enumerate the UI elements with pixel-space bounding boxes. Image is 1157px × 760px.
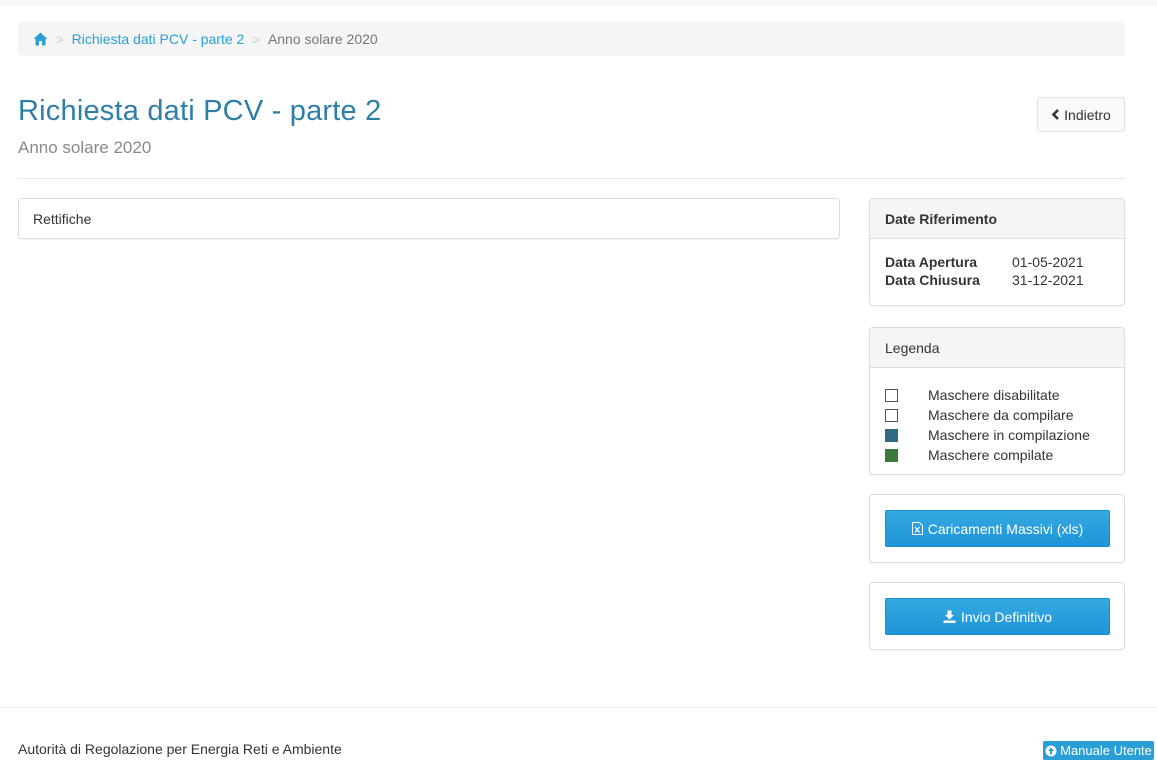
download-icon [943,610,956,623]
date-label: Data Chiusura [885,272,980,288]
legend-item: Maschere in compilazione [885,425,1109,445]
legend-swatch [885,448,898,462]
rettifiche-panel[interactable]: Rettifiche [18,198,840,239]
rettifiche-label: Rettifiche [33,211,92,227]
home-icon[interactable] [33,32,48,47]
excel-file-icon [911,522,923,535]
top-strip [0,0,1157,6]
final-submit-label: Invio Definitivo [960,608,1053,625]
legend-swatch [885,428,898,442]
date-row-apertura: Data Apertura 01-05-2021 [885,254,1109,272]
page-subtitle: Anno solare 2020 [18,138,152,157]
manual-button[interactable]: Manuale Utente [1043,741,1154,760]
breadcrumb-current: Anno solare 2020 [267,31,378,47]
dates-panel: Date Riferimento Data Apertura 01-05-202… [869,198,1125,306]
legend-label: Maschere in compilazione [928,427,1090,443]
massive-upload-panel: Caricamenti Massivi (xls) [869,494,1125,563]
legend-label: Maschere compilate [928,447,1054,463]
arrow-circle-up-icon [1045,745,1057,757]
legend-item: Maschere compilate [885,445,1109,465]
date-value: 31-12-2021 [1012,272,1084,288]
legend-panel-heading: Legenda [870,328,1124,368]
manual-label: Manuale Utente [1060,743,1152,758]
header-divider [18,178,1125,179]
legend-panel: Legenda Maschere disabilitate Maschere d… [869,327,1125,475]
legend-label: Maschere disabilitate [928,387,1060,403]
footer-authority: Autorità di Regolazione per Energia Reti… [18,741,342,757]
massive-upload-button[interactable]: Caricamenti Massivi (xls) [885,510,1110,547]
breadcrumb-separator: > [252,31,260,47]
legend-swatch [885,408,898,422]
breadcrumb-separator: > [56,31,64,47]
final-submit-button[interactable]: Invio Definitivo [885,598,1110,635]
back-button[interactable]: Indietro [1037,97,1125,132]
date-row-chiusura: Data Chiusura 31-12-2021 [885,272,1109,290]
chevron-left-icon [1051,109,1060,120]
page-title: Richiesta dati PCV - parte 2 [18,95,382,127]
date-value: 01-05-2021 [1012,254,1084,270]
breadcrumb-link[interactable]: Richiesta dati PCV - parte 2 [72,31,245,47]
breadcrumb: > Richiesta dati PCV - parte 2 > Anno so… [18,22,1125,56]
legend-swatch [885,388,898,402]
back-button-label: Indietro [1064,106,1111,123]
legend-item: Maschere da compilare [885,405,1109,425]
date-label: Data Apertura [885,254,978,270]
massive-upload-label: Caricamenti Massivi (xls) [927,520,1084,537]
footer-divider [0,707,1157,708]
legend-label: Maschere da compilare [928,407,1074,423]
dates-panel-heading: Date Riferimento [870,199,1124,239]
final-submit-panel: Invio Definitivo [869,582,1125,650]
legend-item: Maschere disabilitate [885,385,1109,405]
